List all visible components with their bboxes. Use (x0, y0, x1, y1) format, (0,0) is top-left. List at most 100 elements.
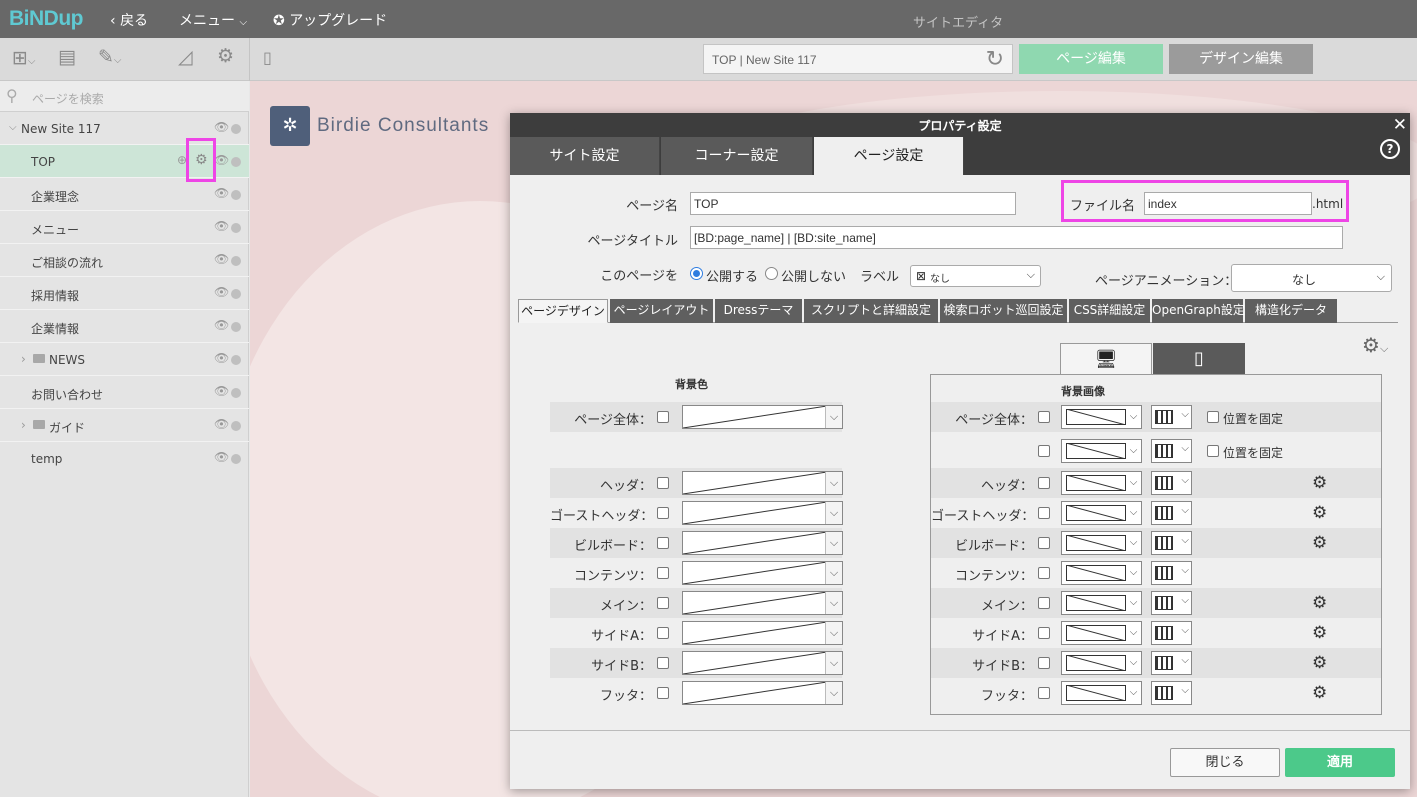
visibility-eye-icon[interactable]: 👁 (214, 153, 229, 167)
upgrade-button[interactable]: ✪ アップグレード (273, 10, 387, 30)
bg-image-picker[interactable]: ⌵ (1061, 405, 1142, 429)
tab-page-layout[interactable]: ページレイアウト (610, 299, 713, 323)
sidebar-toggle-icon[interactable]: ▯ (263, 50, 272, 66)
bg-color-picker[interactable]: ⌵ (682, 471, 843, 495)
design-edit-button[interactable]: デザイン編集 (1169, 44, 1313, 74)
bg-color-checkbox[interactable] (657, 477, 669, 489)
visibility-eye-icon[interactable]: 👁 (214, 219, 229, 233)
tab-css-detail[interactable]: CSS詳細設定 (1069, 299, 1150, 323)
tab-site-settings[interactable]: サイト設定 (510, 137, 660, 175)
bg-color-checkbox[interactable] (657, 597, 669, 609)
bg-color-checkbox[interactable] (657, 687, 669, 699)
sidebar-item-contact[interactable]: お問い合わせ 👁 (0, 376, 249, 409)
tab-robots[interactable]: 検索ロボット巡回設定 (940, 299, 1067, 323)
edit-page-icon[interactable]: ✎⌵ (98, 48, 122, 67)
help-icon[interactable]: ? (1380, 139, 1400, 159)
bg-color-checkbox[interactable] (657, 411, 669, 423)
tab-structured-data[interactable]: 構造化データ (1245, 299, 1337, 323)
sidebar-item-news[interactable]: › NEWS 👁 (0, 343, 249, 376)
bg-image-checkbox[interactable] (1038, 507, 1050, 519)
row-gear-icon[interactable]: ⚙ (1312, 533, 1327, 553)
visibility-eye-icon[interactable]: 👁 (214, 384, 229, 398)
sidebar-item-philosophy[interactable]: 企業理念 👁 (0, 178, 249, 211)
bg-color-picker[interactable]: ⌵ (682, 621, 843, 645)
bg-color-checkbox[interactable] (657, 567, 669, 579)
design-gear-icon[interactable]: ⚙⌵ (1362, 333, 1388, 357)
animation-select[interactable]: なし ⌵ (1231, 264, 1392, 292)
label-select[interactable]: ⊠ なし ⌵ (910, 265, 1041, 287)
chevron-right-icon[interactable]: › (21, 352, 26, 366)
tab-page-settings[interactable]: ページ設定 (814, 137, 964, 175)
menu-button[interactable]: メニュー ⌵ (179, 10, 247, 30)
bg-image-picker[interactable]: ⌵ (1061, 439, 1142, 463)
visibility-eye-icon[interactable]: 👁 (214, 450, 229, 464)
fix-position-checkbox[interactable] (1207, 411, 1219, 423)
bg-image-picker[interactable]: ⌵ (1061, 681, 1142, 705)
bg-image-picker[interactable]: ⌵ (1061, 471, 1142, 495)
visibility-eye-icon[interactable]: 👁 (214, 186, 229, 200)
bg-image-pattern-picker[interactable]: ⌵ (1151, 501, 1192, 525)
bg-image-checkbox[interactable] (1038, 445, 1050, 457)
visibility-eye-icon[interactable]: 👁 (214, 120, 229, 134)
visibility-eye-icon[interactable]: 👁 (214, 417, 229, 431)
fix-position-checkbox[interactable] (1207, 445, 1219, 457)
bg-image-picker[interactable]: ⌵ (1061, 591, 1142, 615)
row-gear-icon[interactable]: ⚙ (1312, 593, 1327, 613)
bg-image-picker[interactable]: ⌵ (1061, 561, 1142, 585)
settings-gear-icon[interactable]: ⚙ (217, 47, 234, 66)
close-button[interactable]: 閉じる (1170, 748, 1280, 777)
bg-image-pattern-picker[interactable]: ⌵ (1151, 561, 1192, 585)
visibility-eye-icon[interactable]: 👁 (214, 351, 229, 365)
reload-icon[interactable]: ↻ (986, 46, 1004, 72)
bg-image-checkbox[interactable] (1038, 657, 1050, 669)
bg-image-picker[interactable]: ⌵ (1061, 621, 1142, 645)
page-url-field[interactable]: TOP | New Site 117 ↻ (703, 44, 1013, 74)
bg-color-checkbox[interactable] (657, 627, 669, 639)
chevron-right-icon[interactable]: › (21, 418, 26, 432)
app-logo[interactable]: BiNDup (9, 7, 84, 31)
add-page-icon[interactable]: ⊞⌵ (12, 49, 36, 68)
sidebar-item-temp[interactable]: temp 👁 (0, 442, 249, 475)
analytics-icon[interactable]: ◿ (178, 48, 193, 67)
tab-dress-theme[interactable]: Dressテーマ (715, 299, 802, 323)
bg-image-pattern-picker[interactable]: ⌵ (1151, 651, 1192, 675)
bg-image-pattern-picker[interactable]: ⌵ (1151, 471, 1192, 495)
tab-script-advanced[interactable]: スクリプトと詳細設定 (804, 299, 938, 323)
bg-color-picker[interactable]: ⌵ (682, 531, 843, 555)
close-icon[interactable]: ✕ (1393, 115, 1407, 135)
sidebar-item-menu[interactable]: メニュー 👁 (0, 211, 249, 244)
page-title-input[interactable]: [BD:page_name] | [BD:site_name] (690, 226, 1343, 249)
bg-image-checkbox[interactable] (1038, 687, 1050, 699)
page-search[interactable]: ⚲ ページを検索 (0, 81, 249, 112)
publish-radio-on[interactable] (690, 267, 703, 280)
row-gear-icon[interactable]: ⚙ (1312, 683, 1327, 703)
visibility-eye-icon[interactable]: 👁 (214, 252, 229, 266)
bg-image-checkbox[interactable] (1038, 597, 1050, 609)
visibility-eye-icon[interactable]: 👁 (214, 285, 229, 299)
sidebar-item-company[interactable]: 企業情報 👁 (0, 310, 249, 343)
back-button[interactable]: ‹ 戻る (110, 10, 148, 30)
bg-color-picker[interactable]: ⌵ (682, 651, 843, 675)
bg-image-pattern-picker[interactable]: ⌵ (1151, 531, 1192, 555)
file-name-input[interactable]: index (1144, 192, 1312, 215)
row-gear-icon[interactable]: ⚙ (1312, 623, 1327, 643)
bg-image-pattern-picker[interactable]: ⌵ (1151, 681, 1192, 705)
tab-corner-settings[interactable]: コーナー設定 (661, 137, 813, 175)
bg-color-picker[interactable]: ⌵ (682, 561, 843, 585)
bg-image-picker[interactable]: ⌵ (1061, 531, 1142, 555)
publish-radio-off[interactable] (765, 267, 778, 280)
page-icon[interactable]: ▤ (58, 48, 76, 67)
bg-color-checkbox[interactable] (657, 537, 669, 549)
bg-image-checkbox[interactable] (1038, 411, 1050, 423)
row-gear-icon[interactable]: ⚙ (1312, 503, 1327, 523)
page-name-input[interactable]: TOP (690, 192, 1016, 215)
bg-color-checkbox[interactable] (657, 657, 669, 669)
sidebar-item-guide[interactable]: › ガイド 👁 (0, 409, 249, 442)
desktop-icon[interactable]: 🖥 (1060, 343, 1152, 375)
bg-image-picker[interactable]: ⌵ (1061, 651, 1142, 675)
bg-color-picker[interactable]: ⌵ (682, 405, 843, 429)
bg-color-checkbox[interactable] (657, 507, 669, 519)
bg-color-picker[interactable]: ⌵ (682, 681, 843, 705)
bg-image-pattern-picker[interactable]: ⌵ (1151, 621, 1192, 645)
sidebar-item-consult-flow[interactable]: ご相談の流れ 👁 (0, 244, 249, 277)
